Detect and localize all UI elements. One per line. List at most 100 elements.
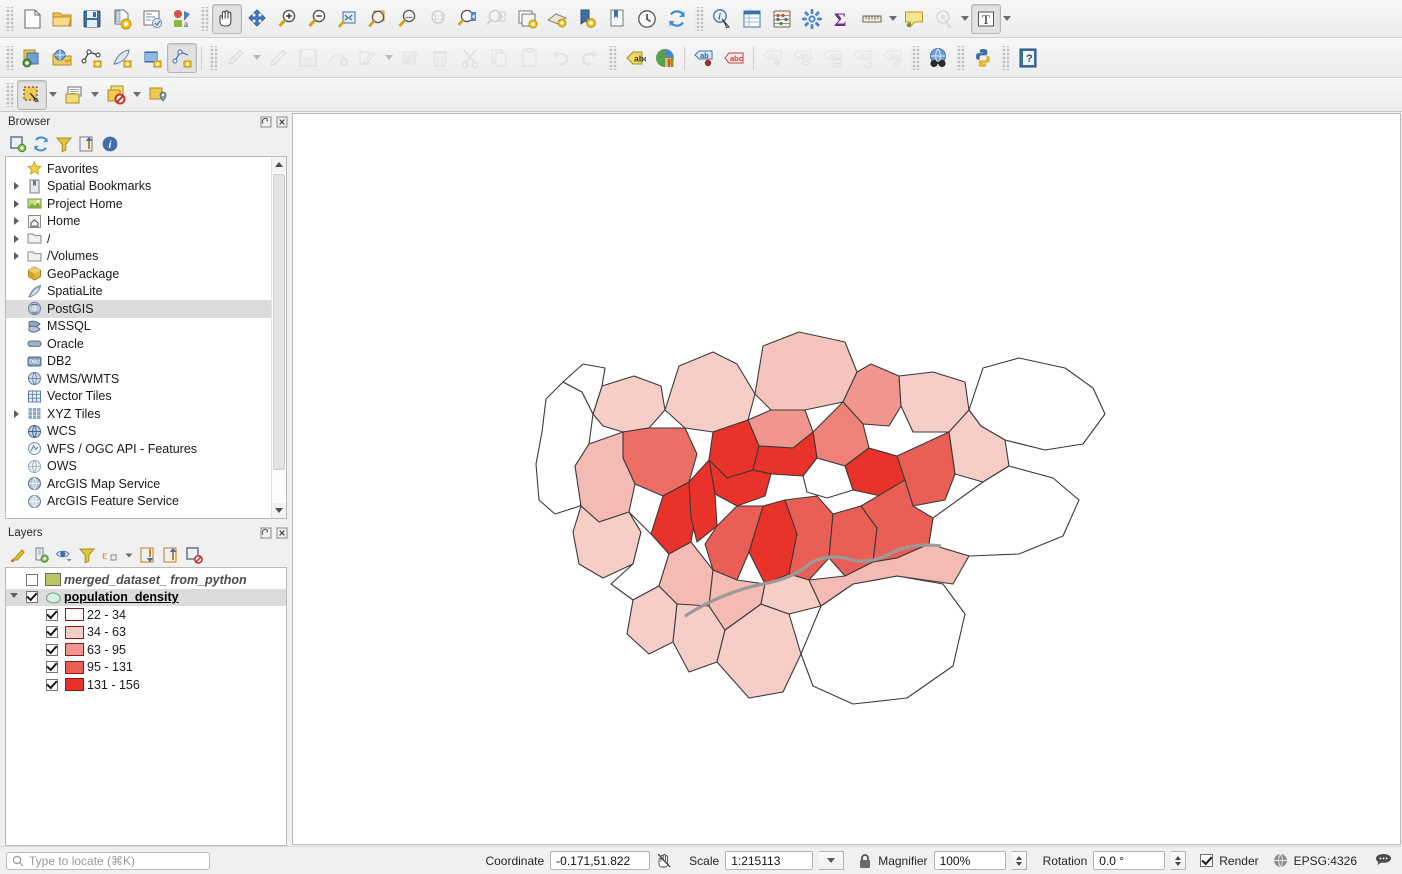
- legend-class-checkbox[interactable]: [46, 679, 58, 691]
- filter-legend-icon[interactable]: [76, 544, 97, 565]
- refresh-icon[interactable]: [662, 4, 692, 34]
- save-layer-edits-icon[interactable]: [293, 43, 323, 73]
- browser-item-geopackage[interactable]: GeoPackage: [6, 265, 271, 283]
- python-console-icon[interactable]: [968, 43, 998, 73]
- map-canvas[interactable]: [292, 113, 1401, 845]
- layer-visibility-checkbox[interactable]: [26, 591, 38, 603]
- scale-value[interactable]: 1:215113: [725, 851, 813, 870]
- lock-icon[interactable]: [858, 853, 872, 869]
- properties-icon[interactable]: i: [99, 133, 120, 154]
- annotation-dropdown[interactable]: [1001, 4, 1013, 34]
- coordinate-value[interactable]: -0.171,51.822: [550, 851, 650, 870]
- browser-tree[interactable]: FavoritesSpatial BookmarksProject HomeHo…: [6, 157, 271, 518]
- browser-item-db2[interactable]: DB2DB2: [6, 353, 271, 371]
- legend-class-checkbox[interactable]: [46, 626, 58, 638]
- open-layer-styling-icon[interactable]: [7, 544, 28, 565]
- run-feature-action-icon[interactable]: [929, 4, 959, 34]
- coordinate-capture-icon[interactable]: [656, 852, 673, 869]
- new-project-icon[interactable]: [17, 4, 47, 34]
- legend-class-checkbox[interactable]: [46, 609, 58, 621]
- browser-item-spatialite[interactable]: SpatiaLite: [6, 283, 271, 301]
- pan-to-selection-icon[interactable]: [242, 4, 272, 34]
- open-project-icon[interactable]: [47, 4, 77, 34]
- current-edits-icon[interactable]: [17, 43, 47, 73]
- crs-label[interactable]: EPSG:4326: [1294, 854, 1357, 868]
- browser-item-arcgis-map-service[interactable]: ArcGIS Map Service: [6, 475, 271, 493]
- new-memory-layer-icon[interactable]: [167, 43, 197, 73]
- expand-all-icon[interactable]: [137, 544, 158, 565]
- zoom-layer-icon[interactable]: [392, 4, 422, 34]
- zoom-last-icon[interactable]: [452, 4, 482, 34]
- delete-selected-icon[interactable]: [425, 43, 455, 73]
- browser-item-xyz-tiles[interactable]: XYZ Tiles: [6, 405, 271, 423]
- modify-attributes-dropdown[interactable]: [383, 43, 395, 73]
- save-project-icon[interactable]: [77, 4, 107, 34]
- browser-item-spatial-bookmarks[interactable]: Spatial Bookmarks: [6, 178, 271, 196]
- toolbar-grip[interactable]: [911, 46, 920, 70]
- zoom-next-icon[interactable]: [482, 4, 512, 34]
- scale-dropdown[interactable]: [819, 851, 844, 870]
- measure-line-icon[interactable]: [857, 4, 887, 34]
- browser-item-wms-wmts[interactable]: WMS/WMTS: [6, 370, 271, 388]
- text-annotation-icon[interactable]: T: [971, 4, 1001, 34]
- browser-close-icon[interactable]: [275, 115, 288, 128]
- feature-action-dropdown[interactable]: [959, 4, 971, 34]
- legend-class-row[interactable]: 22 - 34: [6, 606, 286, 624]
- legend-class-checkbox[interactable]: [46, 661, 58, 673]
- add-layer-icon[interactable]: [7, 133, 28, 154]
- deselect-features-icon[interactable]: [101, 80, 131, 110]
- paste-features-icon[interactable]: [515, 43, 545, 73]
- zoom-selection-icon[interactable]: [362, 4, 392, 34]
- filter-legend-expression-icon[interactable]: ε: [99, 544, 120, 565]
- zoom-in-icon[interactable]: [272, 4, 302, 34]
- pan-map-icon[interactable]: [212, 4, 242, 34]
- processing-toolbox-icon[interactable]: [797, 4, 827, 34]
- magnifier-stepper[interactable]: [1012, 851, 1027, 870]
- scroll-thumb[interactable]: [273, 174, 285, 470]
- map-tips-icon[interactable]: [899, 4, 929, 34]
- browser-item-wcs[interactable]: WCS: [6, 423, 271, 441]
- browser-item-favorites[interactable]: Favorites: [6, 160, 271, 178]
- collapse-all-icon[interactable]: [76, 133, 97, 154]
- pin-labels-icon[interactable]: ab: [689, 43, 719, 73]
- rotate-label-icon[interactable]: abc: [848, 43, 878, 73]
- save-project-as-icon[interactable]: [107, 4, 137, 34]
- layers-float-icon[interactable]: [259, 526, 272, 539]
- toolbar-grip[interactable]: [1001, 46, 1010, 70]
- field-calculator-icon[interactable]: [767, 4, 797, 34]
- legend-class-row[interactable]: 63 - 95: [6, 641, 286, 659]
- add-group-icon[interactable]: [30, 544, 51, 565]
- browser-item-arcgis-feature-service[interactable]: ArcGIS Feature Service: [6, 493, 271, 511]
- browser-item-[interactable]: /: [6, 230, 271, 248]
- toolbar-grip[interactable]: [200, 7, 209, 31]
- redo-icon[interactable]: [575, 43, 605, 73]
- browser-item-volumes[interactable]: /Volumes: [6, 248, 271, 266]
- highlight-labels-icon[interactable]: abc: [719, 43, 749, 73]
- expand-arrow-icon[interactable]: [8, 178, 24, 194]
- new-map-view-icon[interactable]: [512, 4, 542, 34]
- refresh-icon[interactable]: [30, 133, 51, 154]
- expand-arrow-icon[interactable]: [8, 248, 24, 264]
- scroll-up-arrow[interactable]: [272, 157, 286, 172]
- scroll-track[interactable]: [272, 172, 286, 503]
- expand-arrow-icon[interactable]: [8, 213, 24, 229]
- filter-legend-expression-dropdown[interactable]: [122, 544, 135, 565]
- expand-arrow-icon[interactable]: [8, 196, 24, 212]
- change-label-icon[interactable]: abc: [878, 43, 908, 73]
- legend-class-row[interactable]: 131 - 156: [6, 676, 286, 694]
- zoom-out-icon[interactable]: [302, 4, 332, 34]
- layer-row[interactable]: population_density: [6, 589, 286, 607]
- vertex-tool-icon[interactable]: [323, 43, 353, 73]
- select-by-location-icon[interactable]: [143, 80, 173, 110]
- zoom-full-icon[interactable]: [332, 4, 362, 34]
- toolbar-grip[interactable]: [695, 7, 704, 31]
- metasearch-icon[interactable]: [923, 43, 953, 73]
- move-label-icon[interactable]: ab: [758, 43, 788, 73]
- render-checkbox[interactable]: [1200, 854, 1213, 867]
- select-by-expression-dropdown[interactable]: [89, 80, 101, 110]
- browser-item-postgis[interactable]: PostGIS: [6, 300, 271, 318]
- layer-row[interactable]: merged_dataset_ from_python: [6, 571, 286, 589]
- layers-close-icon[interactable]: [275, 526, 288, 539]
- show-bookmarks-icon[interactable]: [572, 4, 602, 34]
- style-manager-icon[interactable]: a: [167, 4, 197, 34]
